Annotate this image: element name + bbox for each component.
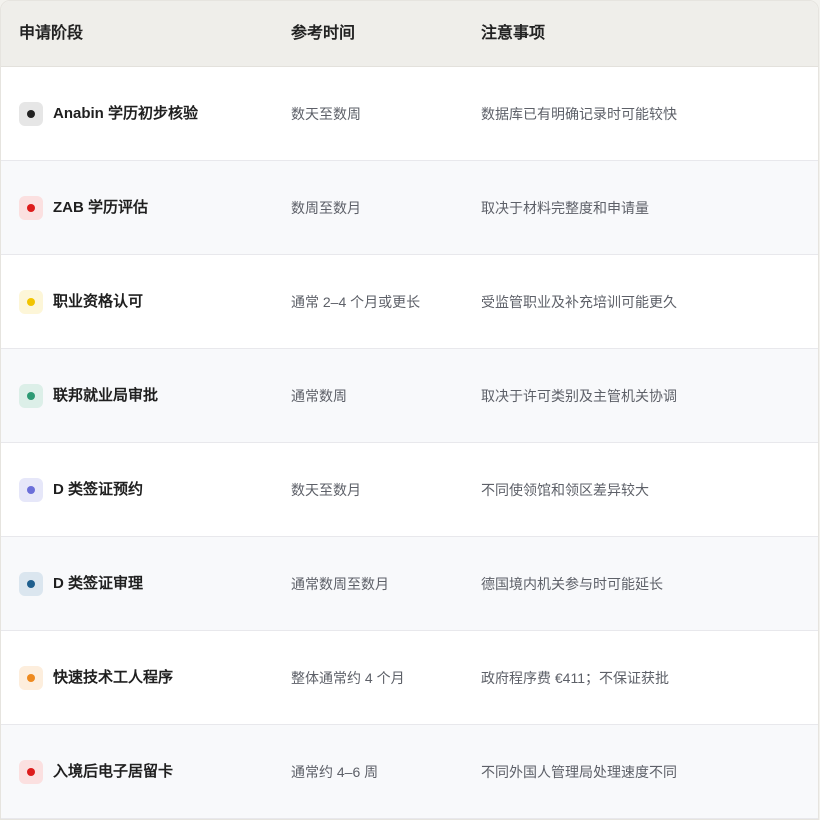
table-row: 联邦就业局审批 通常数周 取决于许可类别及主管机关协调 [1,349,818,443]
status-dot-icon [19,384,43,408]
table-row: ZAB 学历评估 数周至数月 取决于材料完整度和申请量 [1,161,818,255]
status-dot-icon [19,666,43,690]
table-row: D 类签证预约 数天至数月 不同使领馆和领区差异较大 [1,443,818,537]
status-dot-icon [19,102,43,126]
stage-time: 通常数周 [291,388,347,404]
table-header: 申请阶段 参考时间 注意事项 [1,1,818,67]
timeline-table: 申请阶段 参考时间 注意事项 Anabin 学历初步核验 数天至数周 数据库已有… [0,0,819,820]
stage-time: 通常数周至数月 [291,576,389,592]
stage-note: 不同使领馆和领区差异较大 [481,482,649,498]
table-row: 职业资格认可 通常 2–4 个月或更长 受监管职业及补充培训可能更久 [1,255,818,349]
stage-name: 入境后电子居留卡 [53,763,174,780]
stage-name: 职业资格认可 [53,293,144,310]
stage-name: D 类签证预约 [53,481,144,498]
stage-name: ZAB 学历评估 [53,199,148,216]
status-dot-icon [19,290,43,314]
stage-note: 取决于材料完整度和申请量 [481,200,649,216]
stage-time: 整体通常约 4 个月 [291,670,405,686]
stage-note: 取决于许可类别及主管机关协调 [481,388,677,404]
stage-time: 通常约 4–6 周 [291,764,379,780]
stage-name: Anabin 学历初步核验 [53,105,198,122]
table-row: Anabin 学历初步核验 数天至数周 数据库已有明确记录时可能较快 [1,67,818,161]
status-dot-icon [19,572,43,596]
table-row: 快速技术工人程序 整体通常约 4 个月 政府程序费 €411；不保证获批 [1,631,818,725]
stage-note: 德国境内机关参与时可能延长 [481,576,663,592]
header-stage: 申请阶段 [19,25,84,42]
stage-time: 通常 2–4 个月或更长 [291,294,421,310]
table-row: D 类签证审理 通常数周至数月 德国境内机关参与时可能延长 [1,537,818,631]
header-time: 参考时间 [291,25,356,42]
status-dot-icon [19,478,43,502]
status-dot-icon [19,760,43,784]
stage-time: 数天至数周 [291,106,361,122]
stage-note: 受监管职业及补充培训可能更久 [481,294,677,310]
stage-name: D 类签证审理 [53,575,144,592]
header-notes: 注意事项 [481,25,546,42]
stage-note: 政府程序费 €411；不保证获批 [481,670,669,686]
stage-name: 联邦就业局审批 [53,387,159,404]
table-row: 入境后电子居留卡 通常约 4–6 周 不同外国人管理局处理速度不同 [1,725,818,819]
stage-note: 不同外国人管理局处理速度不同 [481,764,677,780]
stage-note: 数据库已有明确记录时可能较快 [481,106,677,122]
stage-time: 数周至数月 [291,200,361,216]
stage-time: 数天至数月 [291,482,361,498]
status-dot-icon [19,196,43,220]
stage-name: 快速技术工人程序 [53,669,174,686]
